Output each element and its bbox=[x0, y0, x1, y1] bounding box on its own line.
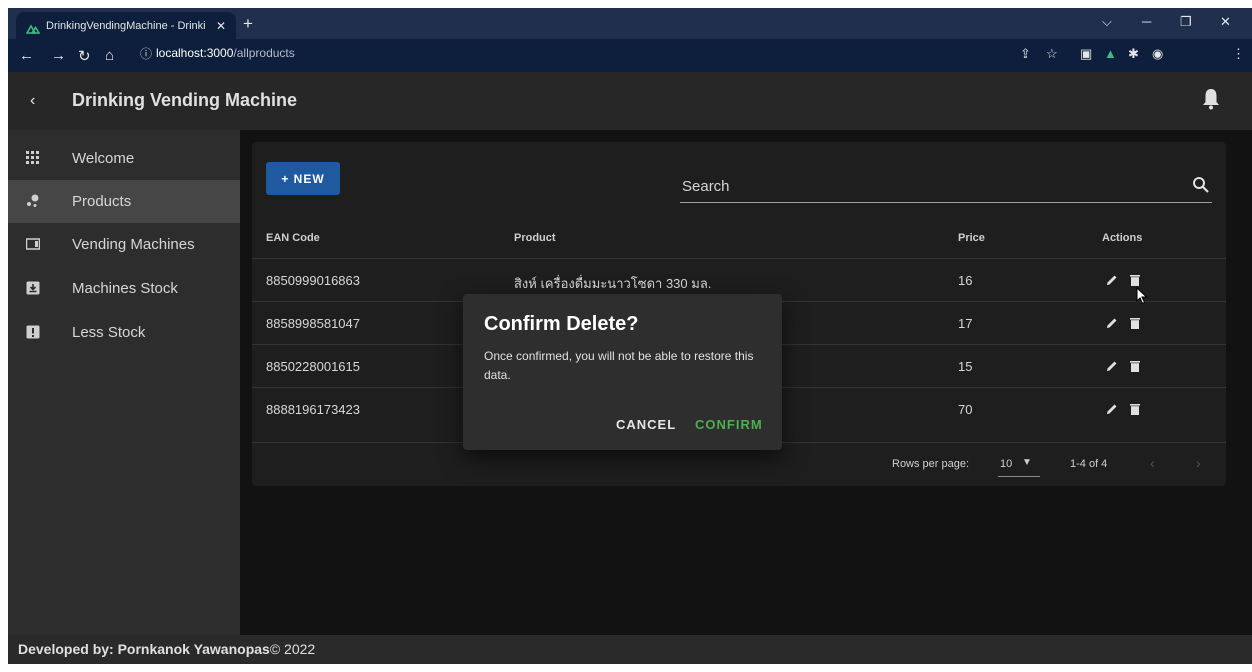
dialog-message: Once confirmed, you will not be able to … bbox=[484, 349, 754, 382]
rows-per-page-value: 10 bbox=[1000, 458, 1013, 470]
download-box-icon bbox=[26, 281, 40, 295]
ean-cell: 8888196173423 bbox=[266, 402, 360, 417]
minimize-icon[interactable]: ─ bbox=[1142, 14, 1151, 29]
sidebar-item-label: Machines Stock bbox=[72, 280, 178, 297]
sidebar-item-machines-stock[interactable]: Machines Stock bbox=[8, 267, 240, 310]
search-field[interactable] bbox=[680, 172, 1212, 203]
info-icon[interactable]: ⓘ bbox=[140, 45, 152, 62]
edit-pencil-icon[interactable] bbox=[1106, 316, 1118, 334]
browser-tab[interactable]: DrinkingVendingMachine - Drinki ✕ bbox=[16, 12, 236, 39]
sidebar-item-label: Welcome bbox=[72, 150, 135, 167]
sidebar-item-products[interactable]: Products bbox=[8, 180, 240, 223]
edit-pencil-icon[interactable] bbox=[1106, 359, 1118, 377]
ean-cell: 8858998581047 bbox=[266, 316, 360, 331]
ean-cell: 8850228001615 bbox=[266, 359, 360, 374]
app-bar: ‹ Drinking Vending Machine bbox=[8, 72, 1252, 130]
app-title: Drinking Vending Machine bbox=[72, 90, 298, 110]
footer-copyright: © 2022 bbox=[269, 641, 316, 657]
bubble-icon bbox=[26, 194, 40, 208]
delete-trash-icon[interactable] bbox=[1130, 316, 1140, 334]
url-path: /allproducts bbox=[233, 46, 295, 60]
column-header-actions: Actions bbox=[1102, 232, 1143, 244]
ean-cell: 8850999016863 bbox=[266, 273, 360, 288]
rows-per-page-label: Rows per page: bbox=[892, 458, 970, 470]
browser-window: DrinkingVendingMachine - Drinki ✕ + ⌵ ─ … bbox=[8, 8, 1252, 664]
next-page-icon[interactable]: › bbox=[1196, 455, 1201, 471]
price-cell: 70 bbox=[958, 402, 973, 417]
forward-arrow-icon[interactable]: → bbox=[51, 47, 66, 64]
sidebar-item-label: Vending Machines bbox=[72, 236, 195, 253]
machine-icon bbox=[25, 237, 41, 251]
camera-extension-icon[interactable]: ▣ bbox=[1080, 46, 1092, 62]
nuxt-extension-icon[interactable]: ▲ bbox=[1104, 46, 1117, 61]
nuxt-logo-icon bbox=[25, 21, 41, 34]
price-cell: 15 bbox=[958, 359, 973, 374]
reload-icon[interactable]: ↻ bbox=[78, 47, 91, 65]
bookmark-star-icon[interactable]: ☆ bbox=[1046, 46, 1058, 62]
tab-close-icon[interactable]: ✕ bbox=[216, 19, 226, 33]
cancel-button[interactable]: CANCEL bbox=[616, 417, 676, 432]
search-icon[interactable] bbox=[1192, 176, 1210, 194]
notification-bell-icon[interactable] bbox=[1202, 88, 1220, 110]
share-icon[interactable]: ⇪ bbox=[1020, 46, 1031, 62]
footer-credit: Developed by: Pornkanok Yawanopas© 2022 bbox=[18, 641, 315, 657]
delete-trash-icon[interactable] bbox=[1130, 359, 1140, 377]
sidebar-item-label: Products bbox=[72, 193, 132, 210]
browser-menu-icon[interactable]: ⋮ bbox=[1232, 46, 1245, 62]
tab-strip: DrinkingVendingMachine - Drinki ✕ + ⌵ ─ … bbox=[8, 8, 1252, 39]
sidebar-item-welcome[interactable]: Welcome bbox=[8, 137, 240, 180]
sidebar: Welcome Products Vending Machines Machin… bbox=[8, 130, 240, 635]
new-tab-button[interactable]: + bbox=[243, 14, 253, 34]
sidebar-item-less-stock[interactable]: Less Stock bbox=[8, 311, 240, 354]
pagination-range: 1-4 of 4 bbox=[1070, 458, 1108, 470]
home-icon[interactable]: ⌂ bbox=[105, 47, 114, 64]
profile-avatar-icon[interactable]: ◉ bbox=[1152, 46, 1163, 62]
mouse-cursor-icon bbox=[1136, 286, 1148, 305]
sidebar-item-vending-machines[interactable]: Vending Machines bbox=[8, 223, 240, 266]
prev-page-icon[interactable]: ‹ bbox=[1150, 455, 1155, 471]
price-cell: 17 bbox=[958, 316, 973, 331]
dialog-title: Confirm Delete? bbox=[484, 313, 639, 335]
delete-trash-icon[interactable] bbox=[1130, 402, 1140, 420]
sidebar-item-label: Less Stock bbox=[72, 324, 146, 341]
app-footer: Developed by: Pornkanok Yawanopas© 2022 bbox=[8, 635, 1252, 664]
grid-icon bbox=[26, 151, 40, 165]
column-header-price[interactable]: Price bbox=[958, 232, 985, 244]
restore-icon[interactable]: ❐ bbox=[1180, 14, 1192, 30]
url-text: localhost:3000/allproducts bbox=[156, 46, 295, 60]
edit-pencil-icon[interactable] bbox=[1106, 402, 1118, 420]
dropdown-caret-icon: ▼ bbox=[1022, 457, 1032, 468]
window-close-icon[interactable]: ✕ bbox=[1220, 14, 1231, 30]
edit-pencil-icon[interactable] bbox=[1106, 273, 1118, 291]
collapse-chevron-left-icon[interactable]: ‹ bbox=[30, 92, 35, 110]
alert-box-icon bbox=[26, 325, 40, 339]
column-header-product[interactable]: Product bbox=[514, 232, 556, 244]
tab-title: DrinkingVendingMachine - Drinki bbox=[46, 19, 206, 32]
extensions-puzzle-icon[interactable]: ✱ bbox=[1128, 46, 1139, 62]
confirm-button[interactable]: CONFIRM bbox=[695, 417, 763, 432]
chevron-down-icon[interactable]: ⌵ bbox=[1102, 14, 1112, 30]
rows-per-page-select[interactable]: 10 ▼ bbox=[998, 456, 1040, 477]
back-arrow-icon[interactable]: ← bbox=[19, 47, 34, 64]
new-product-button[interactable]: + NEW bbox=[266, 162, 340, 195]
url-host: localhost:3000 bbox=[156, 46, 234, 60]
price-cell: 16 bbox=[958, 273, 973, 288]
confirm-delete-dialog: Confirm Delete? Once confirmed, you will… bbox=[463, 294, 782, 450]
column-header-ean[interactable]: EAN Code bbox=[266, 232, 320, 244]
product-cell: สิงห์ เครื่องดื่มมะนาวโซดา 330 มล. bbox=[514, 276, 712, 291]
footer-author: Developed by: Pornkanok Yawanopas bbox=[18, 641, 270, 657]
search-input[interactable] bbox=[680, 174, 1164, 198]
